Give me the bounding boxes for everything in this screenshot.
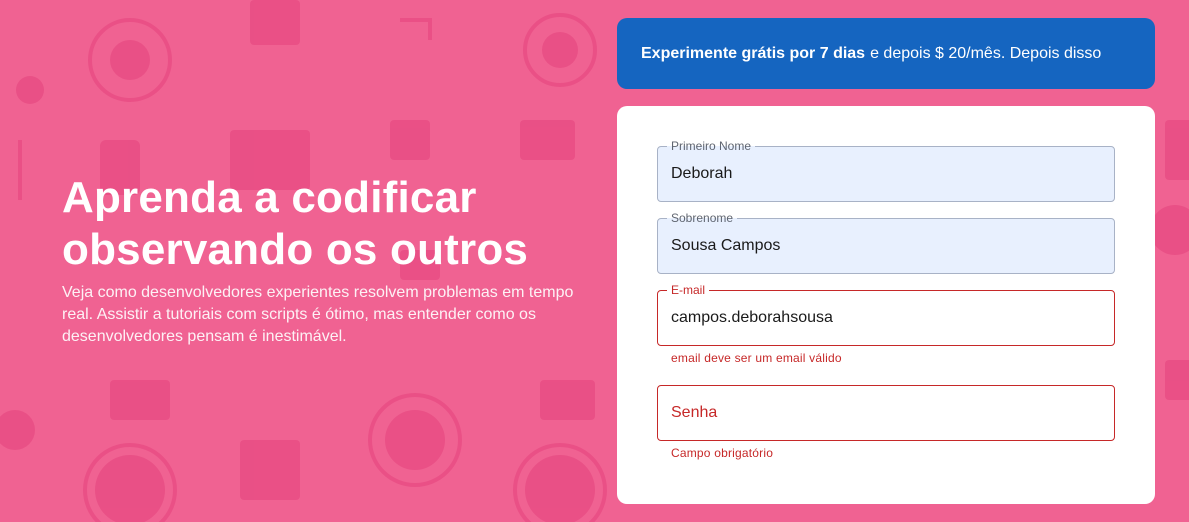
first-name-value: Deborah xyxy=(671,165,733,182)
password-placeholder: Senha xyxy=(671,404,718,421)
password-field[interactable]: Senha xyxy=(657,385,1115,441)
email-field[interactable]: E-mail campos.deborahsousa xyxy=(657,283,1115,346)
first-name-label: Primeiro Nome xyxy=(667,139,756,153)
trial-banner-bold: Experimente grátis por 7 dias xyxy=(641,44,866,62)
hero-title-line-1: Aprenda a codificar xyxy=(62,173,477,222)
first-name-field[interactable]: Primeiro Nome Deborah xyxy=(657,139,1115,202)
trial-banner-rest: e depois $ 20/mês. Depois disso xyxy=(870,44,1102,62)
signup-form-card: Primeiro Nome Deborah Sobrenome Sousa Ca… xyxy=(617,106,1155,504)
email-value: campos.deborahsousa xyxy=(671,309,833,326)
hero-subtitle: Veja como desenvolvedores experientes re… xyxy=(62,282,602,348)
hero-title-line-2: observando os outros xyxy=(62,225,529,274)
hero-subtitle-line-1: Veja como desenvolvedores experientes re… xyxy=(62,284,574,301)
password-error-message: Campo obrigatório xyxy=(671,446,774,460)
hero-title: Aprenda a codificar observando os outros xyxy=(62,172,602,276)
email-label: E-mail xyxy=(667,283,710,297)
hero-subtitle-line-3: desenvolvedores pensam é inestimável. xyxy=(62,328,347,345)
last-name-label: Sobrenome xyxy=(667,211,738,225)
last-name-field[interactable]: Sobrenome Sousa Campos xyxy=(657,211,1115,274)
trial-banner: Experimente grátis por 7 dias e depois $… xyxy=(617,18,1155,89)
email-error-message: email deve ser um email válido xyxy=(671,351,842,365)
hero-section: Aprenda a codificar observando os outros… xyxy=(62,172,602,348)
last-name-value: Sousa Campos xyxy=(671,237,781,254)
hero-subtitle-line-2: real. Assistir a tutoriais com scripts é… xyxy=(62,306,536,323)
